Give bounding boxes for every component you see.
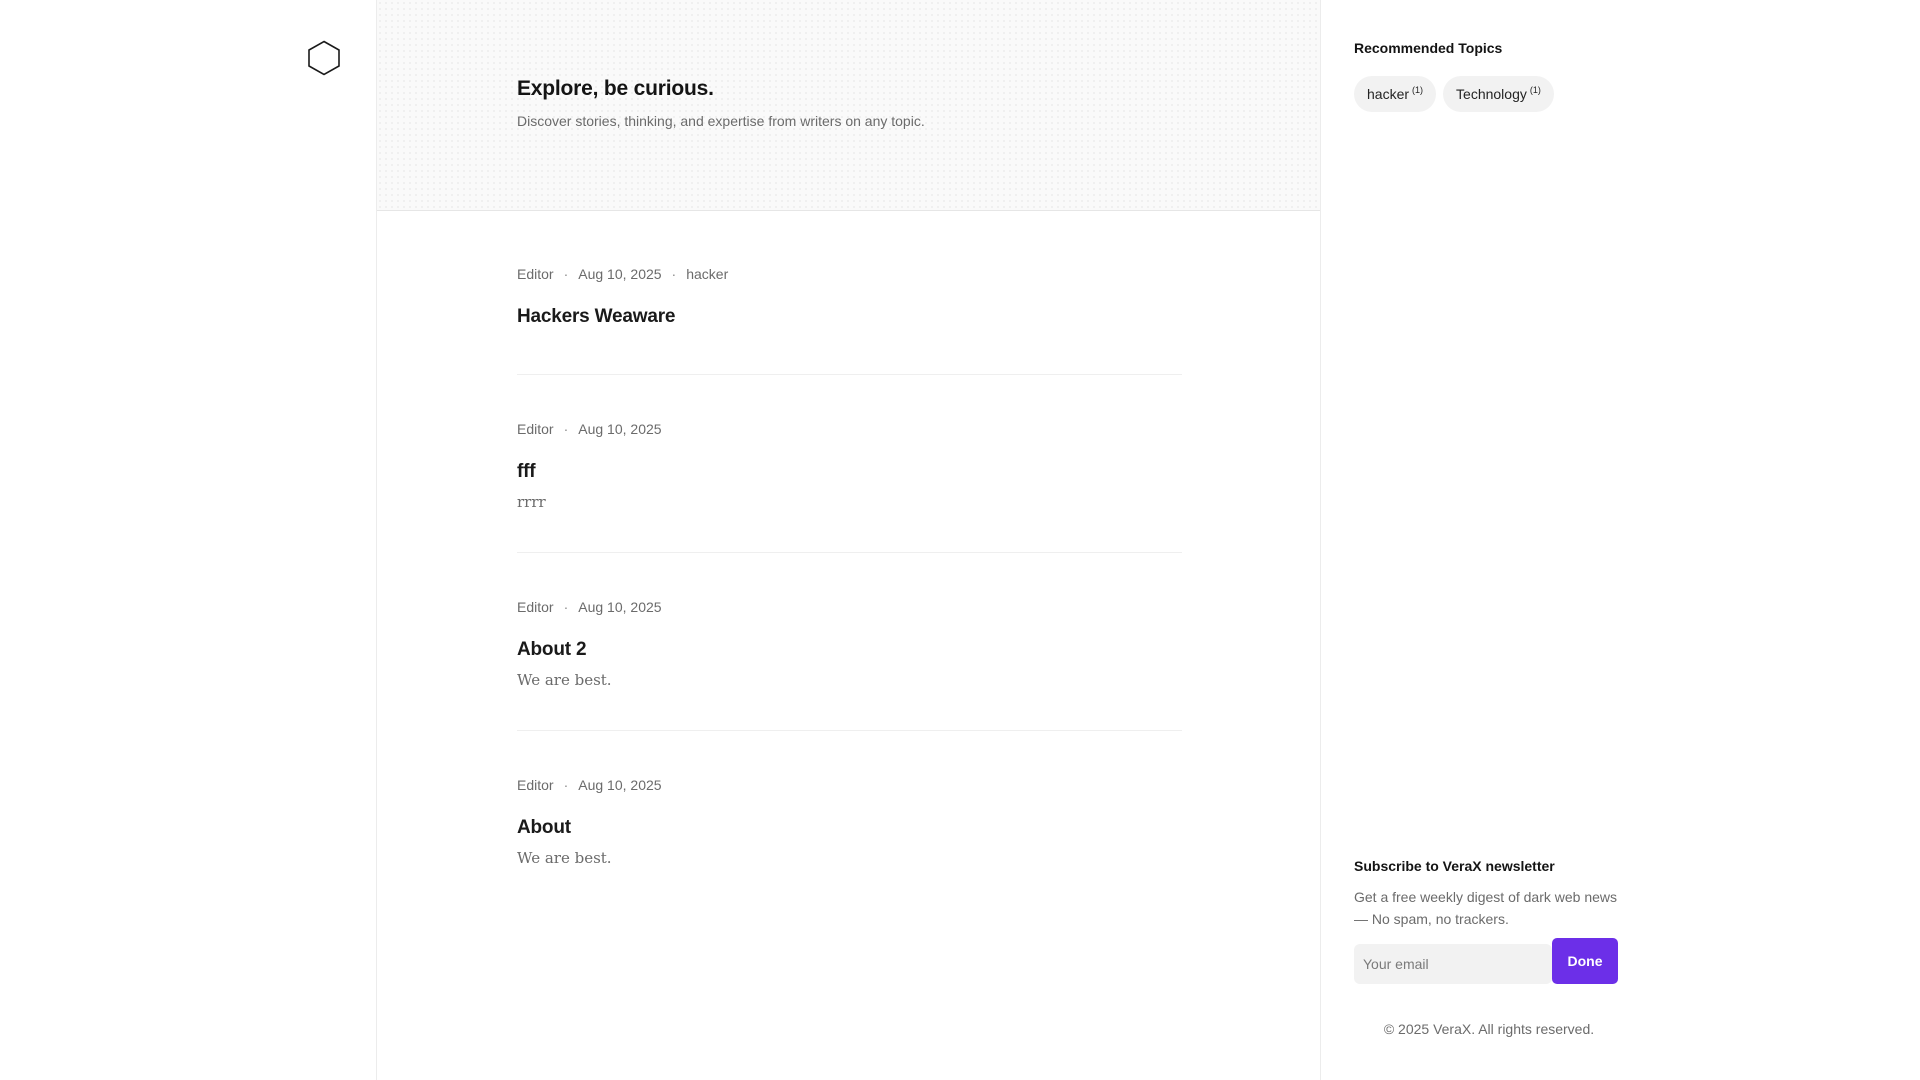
topic-label: hacker (1367, 86, 1410, 102)
article-title[interactable]: fff (517, 461, 1182, 483)
article-card[interactable]: Editor · Aug 10, 2025 fff rrrr (517, 375, 1182, 553)
meta-separator: · (671, 266, 677, 282)
topic-count: (1) (1412, 85, 1424, 95)
topic-list: hacker (1) Technology (1) (1354, 76, 1554, 112)
article-date: Aug 10, 2025 (578, 599, 662, 615)
hero-subtitle: Discover stories, thinking, and expertis… (517, 113, 925, 129)
article-meta: Editor · Aug 10, 2025 (517, 776, 1182, 794)
article-excerpt: rrrr (517, 493, 546, 511)
footer-copyright: © 2025 VeraX. All rights reserved. (1383, 1021, 1595, 1037)
meta-separator: · (563, 777, 569, 793)
recommended-topics-heading: Recommended Topics (1354, 40, 1503, 56)
hexagon-logo-icon[interactable] (307, 40, 341, 76)
hero-title: Explore, be curious. (517, 77, 714, 100)
right-sidebar: Recommended Topics hacker (1) Technology… (1321, 0, 1920, 1080)
article-meta: Editor · Aug 10, 2025 · hacker (517, 265, 1182, 283)
topic-pill-technology[interactable]: Technology (1) (1443, 76, 1554, 112)
article-author[interactable]: Editor (517, 266, 554, 282)
newsletter-description: Get a free weekly digest of dark web new… (1354, 889, 1618, 927)
article-card[interactable]: Editor · Aug 10, 2025 · hacker Hackers W… (517, 211, 1182, 375)
page: Explore, be curious. Discover stories, t… (0, 0, 1920, 1080)
topic-count: (1) (1529, 85, 1541, 95)
meta-separator: · (563, 599, 569, 615)
article-card[interactable]: Editor · Aug 10, 2025 About We are best. (517, 731, 1182, 909)
article-tag[interactable]: hacker (686, 266, 728, 282)
meta-separator: · (563, 421, 569, 437)
article-date: Aug 10, 2025 (578, 266, 662, 282)
article-title[interactable]: About (517, 817, 1182, 839)
hero-banner: Explore, be curious. Discover stories, t… (377, 0, 1320, 211)
topic-pill-hacker[interactable]: hacker (1) (1354, 76, 1437, 112)
article-card[interactable]: Editor · Aug 10, 2025 About 2 We are bes… (517, 553, 1182, 731)
main-column: Explore, be curious. Discover stories, t… (377, 0, 1321, 1080)
meta-separator: · (563, 266, 569, 282)
article-excerpt: We are best. (517, 849, 612, 867)
done-button[interactable]: Done (1552, 938, 1618, 984)
article-excerpt: We are best. (517, 671, 612, 689)
article-feed: Editor · Aug 10, 2025 · hacker Hackers W… (517, 211, 1182, 909)
article-title[interactable]: Hackers Weaware (517, 306, 1182, 328)
article-author[interactable]: Editor (517, 421, 554, 437)
newsletter-heading: Subscribe to VeraX newsletter (1354, 858, 1555, 874)
article-date: Aug 10, 2025 (578, 421, 662, 437)
article-author[interactable]: Editor (517, 777, 554, 793)
article-author[interactable]: Editor (517, 599, 554, 615)
article-date: Aug 10, 2025 (578, 777, 662, 793)
article-title[interactable]: About 2 (517, 639, 1182, 661)
topic-label: Technology (1456, 86, 1527, 102)
email-input[interactable] (1354, 944, 1552, 984)
left-rail (0, 0, 377, 1080)
article-meta: Editor · Aug 10, 2025 (517, 420, 1182, 438)
article-meta: Editor · Aug 10, 2025 (517, 598, 1182, 616)
